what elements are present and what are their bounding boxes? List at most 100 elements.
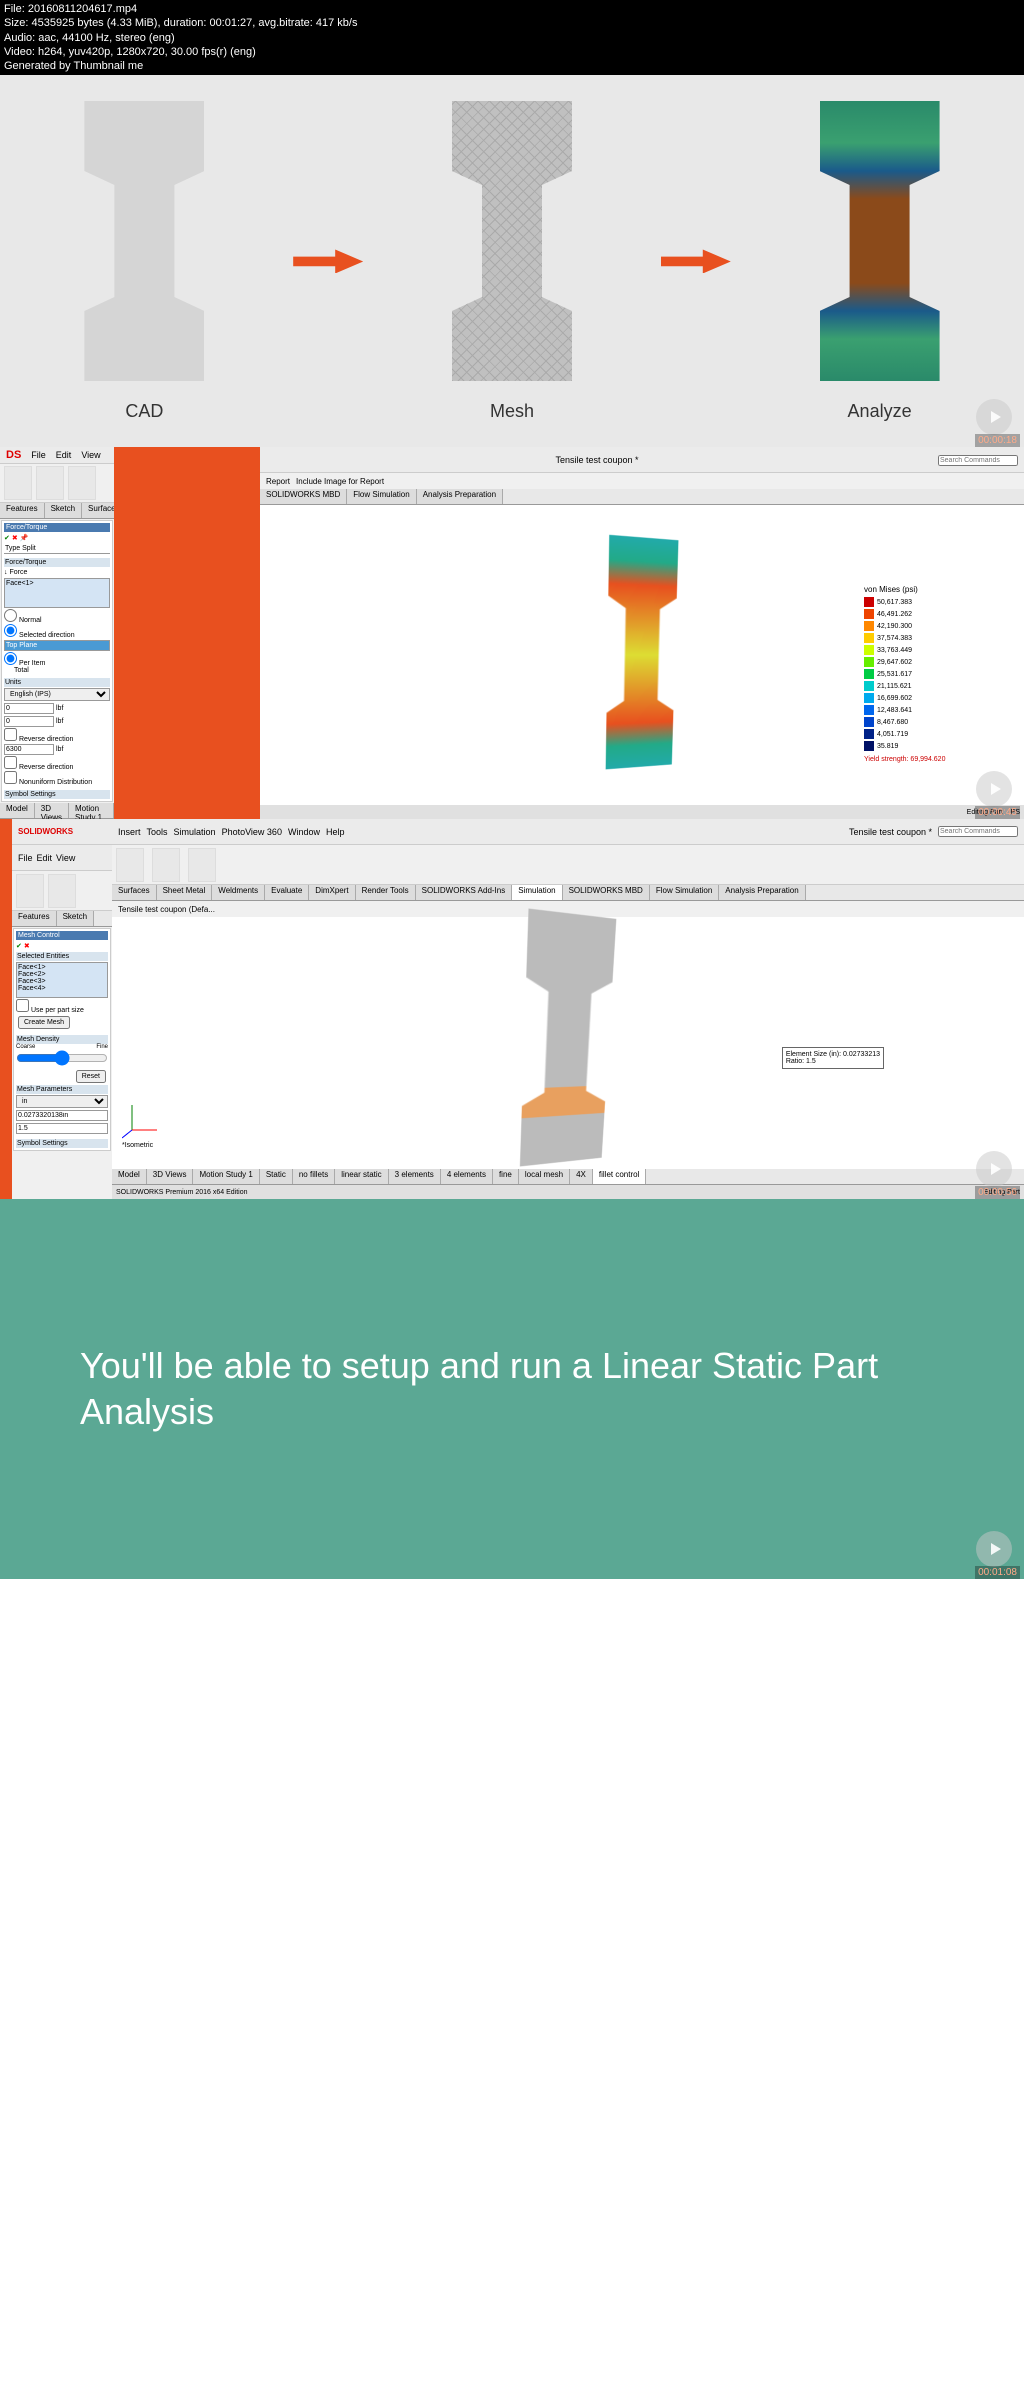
density-slider[interactable] (16, 1050, 108, 1066)
view-triad[interactable]: *Isometric (122, 1100, 162, 1149)
viewport[interactable]: von Mises (psi) 50,617.383 46,491.262 42… (260, 505, 1024, 805)
menu-simulation[interactable]: Simulation (174, 827, 216, 837)
tab-4elem[interactable]: 4 elements (441, 1169, 493, 1184)
reset-button[interactable]: Reset (76, 1070, 106, 1083)
ribbon-button[interactable] (152, 848, 180, 882)
menu-help[interactable]: Help (326, 827, 345, 837)
tab-4x[interactable]: 4X (570, 1169, 593, 1184)
tab-nofillets[interactable]: no fillets (293, 1169, 335, 1184)
face-item[interactable]: Face<4> (18, 985, 106, 992)
n2-input[interactable] (4, 716, 54, 727)
cancel-icon[interactable]: ✖ (12, 534, 18, 542)
per-item-radio[interactable] (4, 652, 17, 665)
tab-surfaces[interactable]: Surfaces (112, 885, 157, 900)
mesh-model[interactable] (520, 909, 616, 1167)
symbol-settings[interactable]: Symbol Settings (4, 790, 110, 799)
tab-simulation[interactable]: Simulation (512, 885, 562, 900)
tab-sketch[interactable]: Sketch (45, 503, 82, 518)
tab-fine[interactable]: fine (493, 1169, 519, 1184)
selected-dir-radio[interactable] (4, 624, 17, 637)
tab-model[interactable]: Model (112, 1169, 147, 1184)
reverse-dir-check[interactable] (4, 728, 17, 741)
ribbon-button[interactable] (68, 466, 96, 500)
tab-3dviews[interactable]: 3D Views (35, 803, 69, 818)
tab-linear[interactable]: linear static (335, 1169, 388, 1184)
play-button[interactable] (976, 399, 1012, 435)
viewport[interactable]: Element Size (in): 0.02733213 Ratio: 1.5… (112, 917, 1024, 1169)
fea-result-model[interactable] (606, 535, 679, 770)
tab-dimxpert[interactable]: DimXpert (309, 885, 355, 900)
element-size-input[interactable] (16, 1110, 108, 1121)
face-list[interactable]: Face<1> Face<2> Face<3> Face<4> (16, 962, 108, 998)
menu-view[interactable]: View (81, 450, 100, 460)
use-per-part-check[interactable] (16, 999, 29, 1012)
face-item[interactable]: Face<2> (18, 971, 106, 978)
tab-mbd[interactable]: SOLIDWORKS MBD (260, 489, 347, 504)
menu-view[interactable]: View (56, 853, 75, 863)
normal-radio[interactable] (4, 609, 17, 622)
tab-flow[interactable]: Flow Simulation (650, 885, 719, 900)
lbf-unit: lbf (56, 718, 63, 725)
force-icon[interactable]: ↓ (4, 569, 8, 576)
symbol-settings[interactable]: Symbol Settings (16, 1139, 108, 1148)
tab-addins[interactable]: SOLIDWORKS Add-Ins (416, 885, 513, 900)
report-btn[interactable]: Report (266, 477, 290, 486)
include-image-btn[interactable]: Include Image for Report (296, 477, 384, 486)
tab-3elem[interactable]: 3 elements (389, 1169, 441, 1184)
play-button[interactable] (976, 1531, 1012, 1567)
unit-select[interactable]: in (16, 1095, 108, 1108)
tree-root[interactable]: Tensile test coupon (Defa... (118, 905, 215, 914)
tab-analysis[interactable]: Analysis Preparation (719, 885, 805, 900)
ribbon-button[interactable] (36, 466, 64, 500)
menu-edit[interactable]: Edit (37, 853, 53, 863)
nonuniform-check[interactable] (4, 771, 17, 784)
tab-3dviews[interactable]: 3D Views (147, 1169, 194, 1184)
force-torque-label: Force/Torque (4, 558, 110, 567)
ribbon-button[interactable] (4, 466, 32, 500)
menu-file[interactable]: File (18, 853, 33, 863)
tab-weldments[interactable]: Weldments (212, 885, 265, 900)
menu-edit[interactable]: Edit (56, 450, 72, 460)
face-selection[interactable]: Face<1> (4, 578, 110, 608)
tab-render[interactable]: Render Tools (356, 885, 416, 900)
units-select[interactable]: English (IPS) (4, 688, 110, 701)
ribbon-button[interactable] (16, 874, 44, 908)
top-plane-selection[interactable]: Top Plane (4, 640, 110, 651)
face-item[interactable]: Face<3> (18, 978, 106, 985)
search-input[interactable] (938, 455, 1018, 466)
tab-motion[interactable]: Motion Study 1 (69, 803, 114, 818)
tab-features[interactable]: Features (0, 503, 45, 518)
ok-icon[interactable]: ✔ (4, 534, 10, 542)
menu-tools[interactable]: Tools (147, 827, 168, 837)
tab-sheetmetal[interactable]: Sheet Metal (157, 885, 213, 900)
menu-photoview[interactable]: PhotoView 360 (222, 827, 282, 837)
menu-file[interactable]: File (31, 450, 46, 460)
ribbon-button[interactable] (48, 874, 76, 908)
tab-motion[interactable]: Motion Study 1 (193, 1169, 259, 1184)
tab-static[interactable]: Static (260, 1169, 293, 1184)
create-mesh-button[interactable]: Create Mesh (18, 1016, 70, 1029)
tab-mbd[interactable]: SOLIDWORKS MBD (563, 885, 650, 900)
tab-model[interactable]: Model (0, 803, 35, 818)
tab-flow[interactable]: Flow Simulation (347, 489, 416, 504)
ratio-input[interactable] (16, 1123, 108, 1134)
ok-icon[interactable]: ✔ (16, 942, 22, 950)
face-item[interactable]: Face<1> (18, 964, 106, 971)
reverse-dir-check2[interactable] (4, 756, 17, 769)
cancel-icon[interactable]: ✖ (24, 942, 30, 950)
n1-input[interactable] (4, 703, 54, 714)
tab-evaluate[interactable]: Evaluate (265, 885, 309, 900)
type-split-tabs[interactable]: Type Split (4, 544, 110, 554)
menu-window[interactable]: Window (288, 827, 320, 837)
menu-insert[interactable]: Insert (118, 827, 141, 837)
search-input[interactable] (938, 826, 1018, 837)
pin-icon[interactable]: 📌 (20, 534, 29, 542)
tab-sketch[interactable]: Sketch (57, 911, 94, 926)
tab-filletcontrol[interactable]: fillet control (593, 1169, 646, 1184)
ribbon-button[interactable] (116, 848, 144, 882)
tab-localmesh[interactable]: local mesh (519, 1169, 570, 1184)
ribbon-button[interactable] (188, 848, 216, 882)
tab-features[interactable]: Features (12, 911, 57, 926)
tab-analysis[interactable]: Analysis Preparation (417, 489, 503, 504)
force-value-input[interactable] (4, 744, 54, 755)
